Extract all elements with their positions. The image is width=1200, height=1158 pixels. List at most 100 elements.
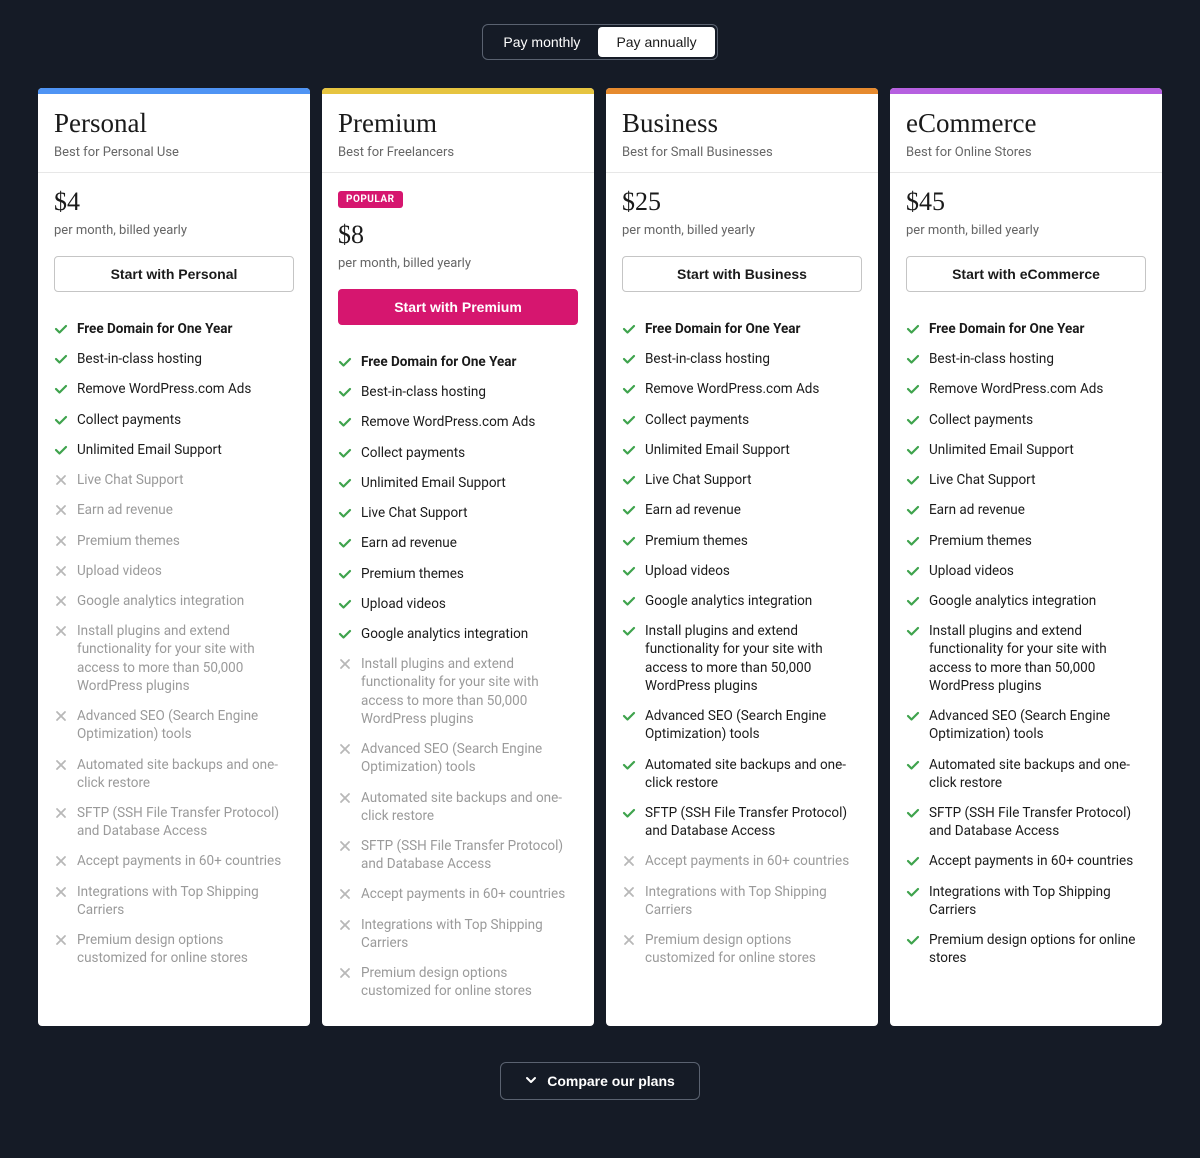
compare-label: Compare our plans xyxy=(547,1073,675,1089)
feature-ads: Remove WordPress.com Ads xyxy=(906,374,1146,404)
feature-sftp: SFTP (SSH File Transfer Protocol) and Da… xyxy=(338,831,578,879)
feature-hosting: Best-in-class hosting xyxy=(54,344,294,374)
start-ecommerce-button[interactable]: Start with eCommerce xyxy=(906,256,1146,292)
check-icon xyxy=(906,501,920,519)
cross-icon xyxy=(338,655,352,673)
plan-period: per month, billed yearly xyxy=(906,223,1146,238)
plan-name: eCommerce xyxy=(906,108,1146,139)
feature-themes: Premium themes xyxy=(54,526,294,556)
feature-label: Earn ad revenue xyxy=(645,501,741,519)
plan-tagline: Best for Online Stores xyxy=(906,145,1146,160)
feature-shipping: Integrations with Top Shipping Carriers xyxy=(54,877,294,925)
cross-icon xyxy=(54,562,68,580)
feature-countries: Accept payments in 60+ countries xyxy=(622,846,862,876)
feature-domain: Free Domain for One Year xyxy=(54,314,294,344)
plan-header: PremiumBest for Freelancers xyxy=(322,94,594,173)
plan-period: per month, billed yearly xyxy=(54,223,294,238)
check-icon xyxy=(338,534,352,552)
cross-icon xyxy=(54,883,68,901)
check-icon xyxy=(338,444,352,462)
feature-shipping: Integrations with Top Shipping Carriers xyxy=(622,877,862,925)
feature-ga: Google analytics integration xyxy=(906,586,1146,616)
feature-seo: Advanced SEO (Search Engine Optimization… xyxy=(906,701,1146,749)
check-icon xyxy=(622,471,636,489)
plan-name: Personal xyxy=(54,108,294,139)
feature-label: SFTP (SSH File Transfer Protocol) and Da… xyxy=(361,837,578,873)
check-icon xyxy=(622,562,636,580)
plan-price-block: POPULAR$8per month, billed yearlyStart w… xyxy=(322,173,594,341)
feature-plugins: Install plugins and extend functionality… xyxy=(622,616,862,701)
feature-label: Live Chat Support xyxy=(929,471,1035,489)
cross-icon xyxy=(338,885,352,903)
cross-icon xyxy=(54,592,68,610)
feature-label: Premium themes xyxy=(361,565,464,583)
feature-label: Free Domain for One Year xyxy=(929,320,1084,338)
feature-label: Integrations with Top Shipping Carriers xyxy=(77,883,294,919)
check-icon xyxy=(338,595,352,613)
check-icon xyxy=(622,707,636,725)
start-premium-button[interactable]: Start with Premium xyxy=(338,289,578,325)
feature-label: Google analytics integration xyxy=(361,625,528,643)
feature-label: Install plugins and extend functionality… xyxy=(645,622,862,695)
check-icon xyxy=(906,852,920,870)
billing-toggle: Pay monthly Pay annually xyxy=(38,24,1162,60)
feature-label: SFTP (SSH File Transfer Protocol) and Da… xyxy=(645,804,862,840)
feature-label: Live Chat Support xyxy=(645,471,751,489)
feature-design: Premium design options customized for on… xyxy=(54,925,294,973)
check-icon xyxy=(906,562,920,580)
feature-label: Free Domain for One Year xyxy=(645,320,800,338)
feature-label: Best-in-class hosting xyxy=(929,350,1054,368)
plan-card-ecommerce: eCommerceBest for Online Stores$45per mo… xyxy=(890,88,1162,1026)
plan-header: BusinessBest for Small Businesses xyxy=(606,94,878,173)
pay-annually-toggle[interactable]: Pay annually xyxy=(598,27,714,57)
check-icon xyxy=(338,504,352,522)
feature-label: Upload videos xyxy=(929,562,1014,580)
feature-ads: Remove WordPress.com Ads xyxy=(338,407,578,437)
cross-icon xyxy=(338,837,352,855)
feature-label: Premium design options customized for on… xyxy=(645,931,862,967)
compare-plans-button[interactable]: Compare our plans xyxy=(500,1062,700,1100)
plan-tagline: Best for Freelancers xyxy=(338,145,578,160)
feature-label: Premium themes xyxy=(645,532,748,550)
check-icon xyxy=(338,413,352,431)
feature-label: Premium design options for online stores xyxy=(929,931,1146,967)
check-icon xyxy=(906,441,920,459)
feature-label: Collect payments xyxy=(77,411,181,429)
feature-chat: Live Chat Support xyxy=(54,465,294,495)
feature-label: Live Chat Support xyxy=(361,504,467,522)
feature-label: Integrations with Top Shipping Carriers xyxy=(645,883,862,919)
cross-icon xyxy=(622,883,636,901)
plan-features: Free Domain for One Year Best-in-class ho… xyxy=(890,308,1162,993)
feature-seo: Advanced SEO (Search Engine Optimization… xyxy=(622,701,862,749)
check-icon xyxy=(338,474,352,492)
feature-seo: Advanced SEO (Search Engine Optimization… xyxy=(54,701,294,749)
pay-monthly-toggle[interactable]: Pay monthly xyxy=(485,27,598,57)
check-icon xyxy=(906,804,920,822)
feature-plugins: Install plugins and extend functionality… xyxy=(54,616,294,701)
start-personal-button[interactable]: Start with Personal xyxy=(54,256,294,292)
check-icon xyxy=(622,804,636,822)
feature-email: Unlimited Email Support xyxy=(906,435,1146,465)
check-icon xyxy=(906,756,920,774)
feature-videos: Upload videos xyxy=(338,589,578,619)
plan-features: Free Domain for One YearBest-in-class ho… xyxy=(38,308,310,993)
feature-label: Google analytics integration xyxy=(929,592,1096,610)
feature-label: Collect payments xyxy=(645,411,749,429)
feature-ads: Remove WordPress.com Ads xyxy=(54,374,294,404)
plan-price: $4 xyxy=(54,187,294,217)
feature-themes: Premium themes xyxy=(906,526,1146,556)
feature-payments: Collect payments xyxy=(54,405,294,435)
check-icon xyxy=(622,501,636,519)
cross-icon xyxy=(338,789,352,807)
feature-label: Upload videos xyxy=(645,562,730,580)
feature-videos: Upload videos xyxy=(54,556,294,586)
plan-features: Free Domain for One YearBest-in-class ho… xyxy=(322,341,594,1026)
feature-sftp: SFTP (SSH File Transfer Protocol) and Da… xyxy=(622,798,862,846)
check-icon xyxy=(906,380,920,398)
start-business-button[interactable]: Start with Business xyxy=(622,256,862,292)
feature-ga: Google analytics integration xyxy=(622,586,862,616)
feature-themes: Premium themes xyxy=(338,559,578,589)
check-icon xyxy=(906,931,920,949)
feature-hosting: Best-in-class hosting xyxy=(622,344,862,374)
feature-label: Install plugins and extend functionality… xyxy=(361,655,578,728)
